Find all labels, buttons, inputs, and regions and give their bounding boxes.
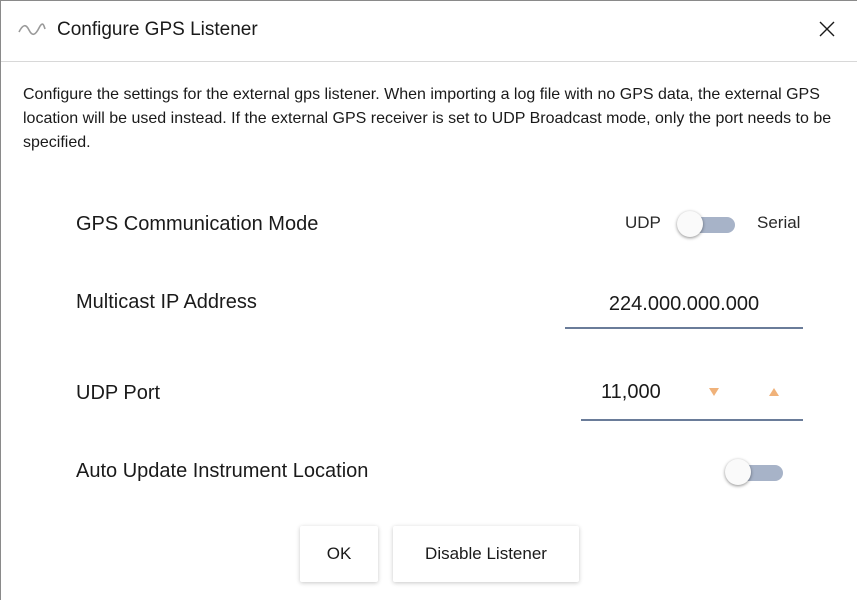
configure-gps-dialog: Configure GPS Listener Configure the set… xyxy=(0,0,857,600)
chevron-down-icon xyxy=(708,384,720,402)
mode-option-serial: Serial xyxy=(757,213,801,232)
auto-update-toggle-knob xyxy=(725,459,751,485)
auto-update-label: Auto Update Instrument Location xyxy=(76,460,369,482)
udp-port-value[interactable]: 11,000 xyxy=(601,381,661,404)
dialog-description: Configure the settings for the external … xyxy=(23,86,832,151)
mode-label: GPS Communication Mode xyxy=(76,213,319,235)
port-decrement-button[interactable] xyxy=(703,383,725,403)
ok-button[interactable]: OK xyxy=(300,526,378,582)
title-bar: Configure GPS Listener xyxy=(1,1,857,62)
mode-toggle[interactable] xyxy=(677,211,737,237)
disable-listener-button[interactable]: Disable Listener xyxy=(393,526,579,582)
multicast-ip-input[interactable] xyxy=(565,281,803,329)
chevron-up-icon xyxy=(768,384,780,402)
udp-port-label: UDP Port xyxy=(76,382,161,404)
close-button[interactable] xyxy=(797,1,857,61)
auto-update-toggle[interactable] xyxy=(725,459,785,485)
port-increment-button[interactable] xyxy=(763,383,785,403)
mode-toggle-knob xyxy=(677,211,703,237)
mode-option-udp: UDP xyxy=(625,213,661,232)
udp-port-stepper: 11,000 xyxy=(581,369,803,421)
gps-signal-icon xyxy=(17,20,47,40)
window-title: Configure GPS Listener xyxy=(57,19,258,40)
close-icon xyxy=(818,20,836,43)
multicast-label: Multicast IP Address xyxy=(76,291,257,313)
